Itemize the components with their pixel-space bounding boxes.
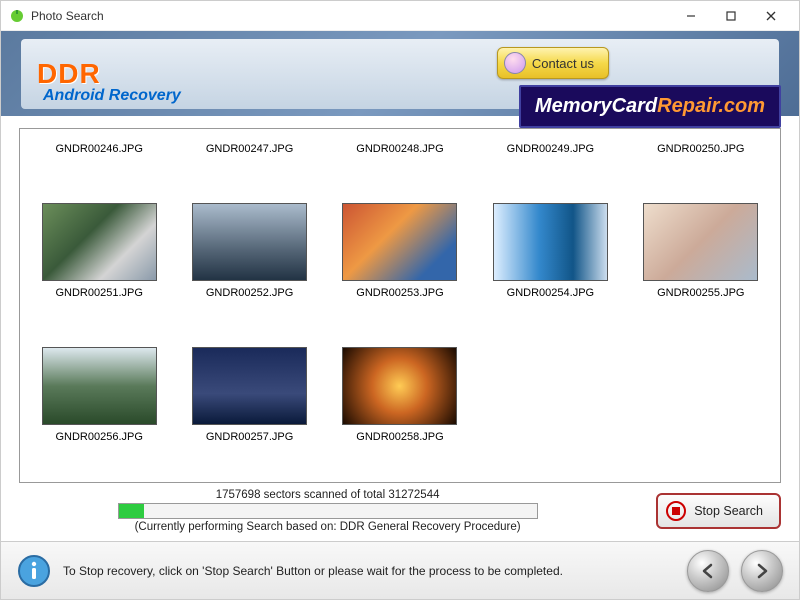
file-name: GNDR00246.JPG	[55, 143, 142, 155]
titlebar: Photo Search	[1, 1, 799, 31]
info-icon	[17, 554, 51, 588]
progress-status: 1757698 sectors scanned of total 3127254…	[216, 489, 440, 501]
app-icon	[9, 8, 25, 24]
brand-logo: DDR	[37, 58, 101, 90]
file-name: GNDR00248.JPG	[356, 143, 443, 155]
contact-avatar-icon	[504, 52, 526, 74]
thumbnail-image	[192, 203, 307, 281]
list-item[interactable]: GNDR00249.JPG	[479, 133, 621, 155]
contact-us-button[interactable]: Contact us	[497, 47, 609, 79]
list-item[interactable]: GNDR00255.JPG	[630, 159, 772, 299]
arrow-left-icon	[699, 562, 717, 580]
minimize-button[interactable]	[671, 2, 711, 30]
promo-badge[interactable]: MemoryCardRepair.com	[519, 85, 781, 128]
progress-row: 1757698 sectors scanned of total 3127254…	[19, 483, 781, 535]
list-item[interactable]: GNDR00251.JPG	[28, 159, 170, 299]
stop-icon	[666, 501, 686, 521]
list-item[interactable]: GNDR00246.JPG	[28, 133, 170, 155]
thumbnail-list[interactable]: GNDR00246.JPG GNDR00247.JPG GNDR00248.JP…	[19, 128, 781, 483]
list-item[interactable]: GNDR00258.JPG	[329, 303, 471, 443]
file-name: GNDR00253.JPG	[356, 287, 443, 299]
thumbnail-image	[42, 203, 157, 281]
list-item[interactable]: GNDR00254.JPG	[479, 159, 621, 299]
promo-suffix: Repair.com	[657, 95, 765, 117]
back-button[interactable]	[687, 550, 729, 592]
file-name: GNDR00251.JPG	[55, 287, 142, 299]
thumbnail-image	[643, 203, 758, 281]
list-item[interactable]: GNDR00257.JPG	[178, 303, 320, 443]
close-button[interactable]	[751, 2, 791, 30]
file-name: GNDR00254.JPG	[507, 287, 594, 299]
thumbnail-image	[342, 203, 457, 281]
progress-subtext: (Currently performing Search based on: D…	[135, 521, 521, 533]
maximize-button[interactable]	[711, 2, 751, 30]
list-item[interactable]: GNDR00253.JPG	[329, 159, 471, 299]
footer-hint: To Stop recovery, click on 'Stop Search'…	[63, 564, 675, 578]
file-name: GNDR00256.JPG	[55, 431, 142, 443]
file-name: GNDR00258.JPG	[356, 431, 443, 443]
list-item[interactable]: GNDR00252.JPG	[178, 159, 320, 299]
arrow-right-icon	[753, 562, 771, 580]
stop-label: Stop Search	[694, 504, 763, 518]
contact-label: Contact us	[532, 56, 594, 71]
thumbnail-image	[493, 203, 608, 281]
file-name: GNDR00257.JPG	[206, 431, 293, 443]
progress-fill	[119, 504, 144, 518]
footer: To Stop recovery, click on 'Stop Search'…	[1, 541, 799, 599]
window-title: Photo Search	[31, 9, 671, 23]
file-name: GNDR00249.JPG	[507, 143, 594, 155]
content-area: GNDR00246.JPG GNDR00247.JPG GNDR00248.JP…	[1, 116, 799, 535]
list-item[interactable]: GNDR00256.JPG	[28, 303, 170, 443]
promo-prefix: MemoryCard	[535, 95, 657, 117]
file-name: GNDR00247.JPG	[206, 143, 293, 155]
progress-bar	[118, 503, 538, 519]
list-item[interactable]: GNDR00250.JPG	[630, 133, 772, 155]
header-banner: DDR Android Recovery Contact us MemoryCa…	[1, 31, 799, 116]
list-item[interactable]: GNDR00247.JPG	[178, 133, 320, 155]
stop-search-button[interactable]: Stop Search	[656, 493, 781, 529]
file-name: GNDR00255.JPG	[657, 287, 744, 299]
list-item[interactable]: GNDR00248.JPG	[329, 133, 471, 155]
next-button[interactable]	[741, 550, 783, 592]
thumbnail-image	[192, 347, 307, 425]
file-name: GNDR00250.JPG	[657, 143, 744, 155]
thumbnail-image	[342, 347, 457, 425]
app-window: Photo Search DDR Android Recovery Contac…	[0, 0, 800, 600]
thumbnail-image	[42, 347, 157, 425]
product-name: Android Recovery	[43, 87, 181, 105]
file-name: GNDR00252.JPG	[206, 287, 293, 299]
